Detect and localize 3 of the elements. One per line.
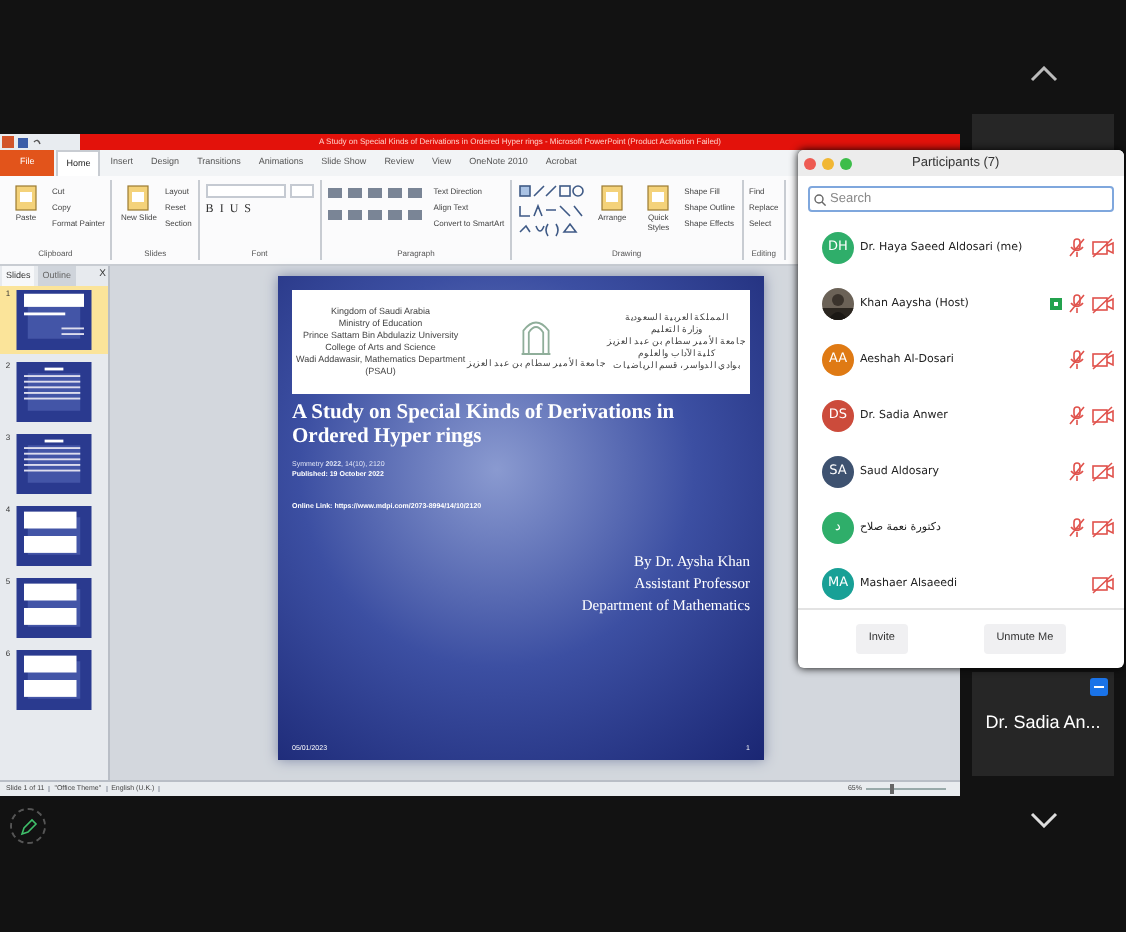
participant-name: Dr. Sadia An... — [985, 710, 1101, 737]
slide-title: A Study on Special Kinds of Derivations in Ordered Hyper rings — [292, 402, 677, 450]
video-tile[interactable]: Dr. Sadia An... — [972, 672, 1114, 776]
